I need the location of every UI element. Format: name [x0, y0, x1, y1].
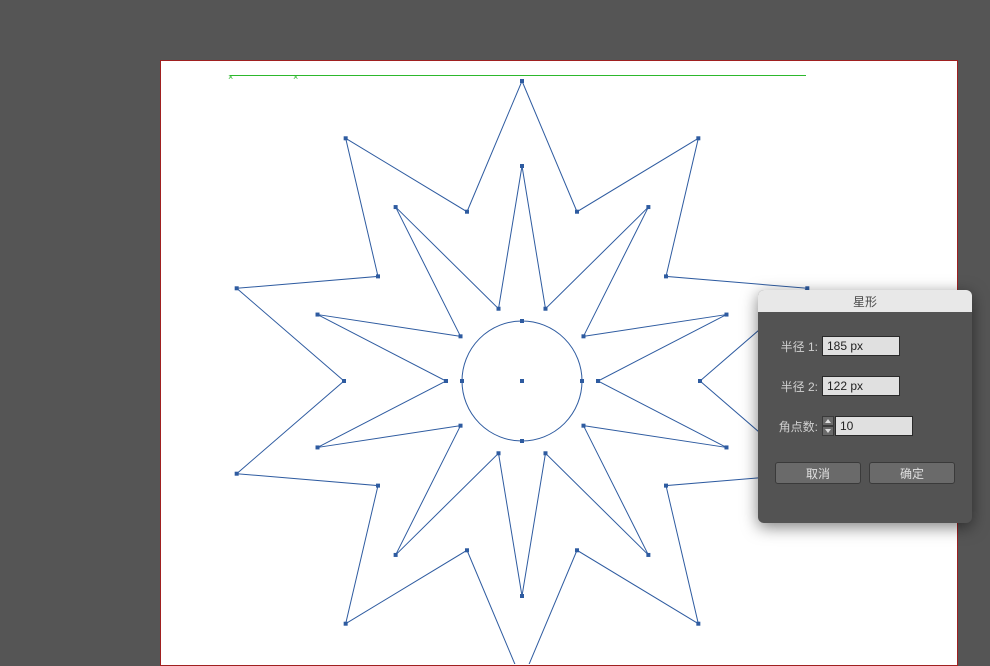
points-row: 角点数:	[774, 416, 956, 436]
points-label: 角点数:	[774, 418, 818, 435]
ok-button[interactable]: 确定	[869, 462, 955, 484]
points-input[interactable]	[835, 416, 913, 436]
cancel-button[interactable]: 取消	[775, 462, 861, 484]
canvas-artwork[interactable]	[232, 64, 812, 664]
radius2-input[interactable]	[822, 376, 900, 396]
chevron-down-icon	[825, 429, 831, 433]
stepper-down-button[interactable]	[822, 426, 834, 436]
points-stepper	[822, 416, 834, 436]
radius1-input[interactable]	[822, 336, 900, 356]
radius1-label: 半径 1:	[774, 338, 818, 355]
dialog-buttons: 取消 确定	[774, 462, 956, 484]
radius2-row: 半径 2:	[774, 376, 956, 396]
dialog-body: 半径 1: 半径 2: 角点数: 取消 确定	[758, 312, 972, 498]
radius1-row: 半径 1:	[774, 336, 956, 356]
stepper-up-button[interactable]	[822, 416, 834, 426]
star-dialog: 星形 半径 1: 半径 2: 角点数: 取消	[758, 290, 972, 523]
dialog-title: 星形	[758, 290, 972, 312]
radius2-label: 半径 2:	[774, 378, 818, 395]
chevron-up-icon	[825, 419, 831, 423]
